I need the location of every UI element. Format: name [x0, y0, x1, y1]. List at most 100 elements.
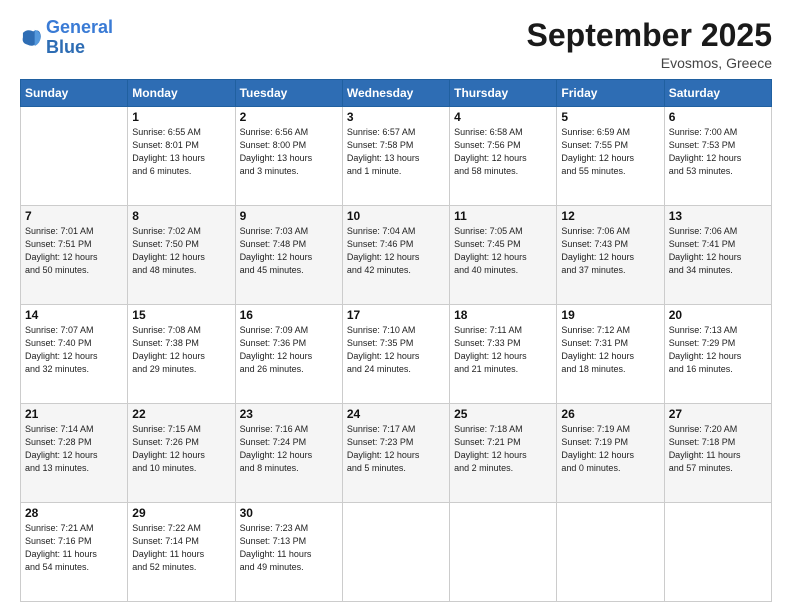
- calendar-week-row: 1Sunrise: 6:55 AM Sunset: 8:01 PM Daylig…: [21, 107, 772, 206]
- day-number: 16: [240, 308, 338, 322]
- day-info: Sunrise: 7:03 AM Sunset: 7:48 PM Dayligh…: [240, 225, 338, 277]
- logo-general: General: [46, 17, 113, 37]
- calendar-week-row: 7 Sunrise: 7:01 AM Sunset: 7:51 PM Daylig…: [21, 206, 772, 305]
- table-row: 16 Sunrise: 7:09 AM Sunset: 7:36 PM Dayli…: [235, 305, 342, 404]
- table-row: [21, 107, 128, 206]
- header: General Blue September 2025 Evosmos, Gre…: [20, 18, 772, 71]
- table-row: 24 Sunrise: 7:17 AM Sunset: 7:23 PM Dayli…: [342, 404, 449, 503]
- col-thursday: Thursday: [450, 80, 557, 107]
- calendar-week-row: 21Sunrise: 7:14 AM Sunset: 7:28 PM Dayli…: [21, 404, 772, 503]
- day-info: Sunrise: 7:08 AM Sunset: 7:38 PM Dayligh…: [132, 324, 230, 376]
- col-sunday: Sunday: [21, 80, 128, 107]
- day-info: Sunrise: 7:20 AM Sunset: 7:18 PM Dayligh…: [669, 423, 767, 475]
- table-row: 9 Sunrise: 7:03 AM Sunset: 7:48 PM Daylig…: [235, 206, 342, 305]
- table-row: 6Sunrise: 7:00 AM Sunset: 7:53 PM Daylig…: [664, 107, 771, 206]
- day-info: Sunrise: 7:05 AM Sunset: 7:45 PM Dayligh…: [454, 225, 552, 277]
- main-title: September 2025: [527, 18, 772, 53]
- day-info: Sunrise: 7:11 AM Sunset: 7:33 PM Dayligh…: [454, 324, 552, 376]
- day-number: 1: [132, 110, 230, 124]
- day-info: Sunrise: 7:17 AM Sunset: 7:23 PM Dayligh…: [347, 423, 445, 475]
- col-wednesday: Wednesday: [342, 80, 449, 107]
- day-number: 2: [240, 110, 338, 124]
- table-row: 13 Sunrise: 7:06 AM Sunset: 7:41 PM Dayli…: [664, 206, 771, 305]
- logo-text: General Blue: [46, 18, 113, 58]
- logo-blue: Blue: [46, 37, 85, 57]
- table-row: [450, 503, 557, 602]
- day-info: Sunrise: 7:04 AM Sunset: 7:46 PM Dayligh…: [347, 225, 445, 277]
- day-info: Sunrise: 6:56 AM Sunset: 8:00 PM Dayligh…: [240, 126, 338, 178]
- day-number: 11: [454, 209, 552, 223]
- calendar-week-row: 14 Sunrise: 7:07 AM Sunset: 7:40 PM Dayli…: [21, 305, 772, 404]
- day-number: 19: [561, 308, 659, 322]
- table-row: 14 Sunrise: 7:07 AM Sunset: 7:40 PM Dayli…: [21, 305, 128, 404]
- day-number: 7: [25, 209, 123, 223]
- table-row: 10 Sunrise: 7:04 AM Sunset: 7:46 PM Dayli…: [342, 206, 449, 305]
- table-row: 29 Sunrise: 7:22 AM Sunset: 7:14 PM Dayli…: [128, 503, 235, 602]
- table-row: 15 Sunrise: 7:08 AM Sunset: 7:38 PM Dayli…: [128, 305, 235, 404]
- day-number: 15: [132, 308, 230, 322]
- table-row: 7 Sunrise: 7:01 AM Sunset: 7:51 PM Daylig…: [21, 206, 128, 305]
- day-info: Sunrise: 7:07 AM Sunset: 7:40 PM Dayligh…: [25, 324, 123, 376]
- day-number: 12: [561, 209, 659, 223]
- day-number: 13: [669, 209, 767, 223]
- day-number: 17: [347, 308, 445, 322]
- day-info: Sunrise: 7:18 AM Sunset: 7:21 PM Dayligh…: [454, 423, 552, 475]
- col-tuesday: Tuesday: [235, 80, 342, 107]
- table-row: 22 Sunrise: 7:15 AM Sunset: 7:26 PM Dayli…: [128, 404, 235, 503]
- day-number: 4: [454, 110, 552, 124]
- day-number: 29: [132, 506, 230, 520]
- table-row: 2 Sunrise: 6:56 AM Sunset: 8:00 PM Daylig…: [235, 107, 342, 206]
- day-number: 24: [347, 407, 445, 421]
- subtitle: Evosmos, Greece: [527, 55, 772, 71]
- page: General Blue September 2025 Evosmos, Gre…: [0, 0, 792, 612]
- table-row: 17 Sunrise: 7:10 AM Sunset: 7:35 PM Dayli…: [342, 305, 449, 404]
- col-friday: Friday: [557, 80, 664, 107]
- table-row: 8Sunrise: 7:02 AM Sunset: 7:50 PM Daylig…: [128, 206, 235, 305]
- day-number: 26: [561, 407, 659, 421]
- day-number: 14: [25, 308, 123, 322]
- day-number: 10: [347, 209, 445, 223]
- day-info: Sunrise: 7:12 AM Sunset: 7:31 PM Dayligh…: [561, 324, 659, 376]
- table-row: 23Sunrise: 7:16 AM Sunset: 7:24 PM Dayli…: [235, 404, 342, 503]
- day-info: Sunrise: 7:10 AM Sunset: 7:35 PM Dayligh…: [347, 324, 445, 376]
- table-row: 21Sunrise: 7:14 AM Sunset: 7:28 PM Dayli…: [21, 404, 128, 503]
- table-row: [557, 503, 664, 602]
- table-row: 4 Sunrise: 6:58 AM Sunset: 7:56 PM Daylig…: [450, 107, 557, 206]
- day-number: 5: [561, 110, 659, 124]
- day-info: Sunrise: 7:19 AM Sunset: 7:19 PM Dayligh…: [561, 423, 659, 475]
- table-row: 28 Sunrise: 7:21 AM Sunset: 7:16 PM Dayli…: [21, 503, 128, 602]
- day-info: Sunrise: 7:01 AM Sunset: 7:51 PM Dayligh…: [25, 225, 123, 277]
- table-row: 25Sunrise: 7:18 AM Sunset: 7:21 PM Dayli…: [450, 404, 557, 503]
- day-number: 18: [454, 308, 552, 322]
- day-info: Sunrise: 7:22 AM Sunset: 7:14 PM Dayligh…: [132, 522, 230, 574]
- day-info: Sunrise: 7:06 AM Sunset: 7:43 PM Dayligh…: [561, 225, 659, 277]
- day-number: 28: [25, 506, 123, 520]
- day-info: Sunrise: 7:06 AM Sunset: 7:41 PM Dayligh…: [669, 225, 767, 277]
- day-info: Sunrise: 7:21 AM Sunset: 7:16 PM Dayligh…: [25, 522, 123, 574]
- table-row: 19 Sunrise: 7:12 AM Sunset: 7:31 PM Dayli…: [557, 305, 664, 404]
- table-row: 3 Sunrise: 6:57 AM Sunset: 7:58 PM Daylig…: [342, 107, 449, 206]
- day-number: 30: [240, 506, 338, 520]
- day-info: Sunrise: 7:09 AM Sunset: 7:36 PM Dayligh…: [240, 324, 338, 376]
- day-info: Sunrise: 7:15 AM Sunset: 7:26 PM Dayligh…: [132, 423, 230, 475]
- table-row: 27Sunrise: 7:20 AM Sunset: 7:18 PM Dayli…: [664, 404, 771, 503]
- day-number: 6: [669, 110, 767, 124]
- day-number: 21: [25, 407, 123, 421]
- table-row: 18 Sunrise: 7:11 AM Sunset: 7:33 PM Dayli…: [450, 305, 557, 404]
- title-block: September 2025 Evosmos, Greece: [527, 18, 772, 71]
- day-info: Sunrise: 7:16 AM Sunset: 7:24 PM Dayligh…: [240, 423, 338, 475]
- day-info: Sunrise: 6:57 AM Sunset: 7:58 PM Dayligh…: [347, 126, 445, 178]
- logo: General Blue: [20, 18, 113, 58]
- day-info: Sunrise: 7:13 AM Sunset: 7:29 PM Dayligh…: [669, 324, 767, 376]
- day-number: 3: [347, 110, 445, 124]
- calendar-week-row: 28 Sunrise: 7:21 AM Sunset: 7:16 PM Dayli…: [21, 503, 772, 602]
- day-info: Sunrise: 7:02 AM Sunset: 7:50 PM Dayligh…: [132, 225, 230, 277]
- table-row: [664, 503, 771, 602]
- col-monday: Monday: [128, 80, 235, 107]
- day-info: Sunrise: 6:58 AM Sunset: 7:56 PM Dayligh…: [454, 126, 552, 178]
- table-row: 1Sunrise: 6:55 AM Sunset: 8:01 PM Daylig…: [128, 107, 235, 206]
- table-row: 30Sunrise: 7:23 AM Sunset: 7:13 PM Dayli…: [235, 503, 342, 602]
- table-row: 12 Sunrise: 7:06 AM Sunset: 7:43 PM Dayli…: [557, 206, 664, 305]
- day-number: 22: [132, 407, 230, 421]
- day-number: 9: [240, 209, 338, 223]
